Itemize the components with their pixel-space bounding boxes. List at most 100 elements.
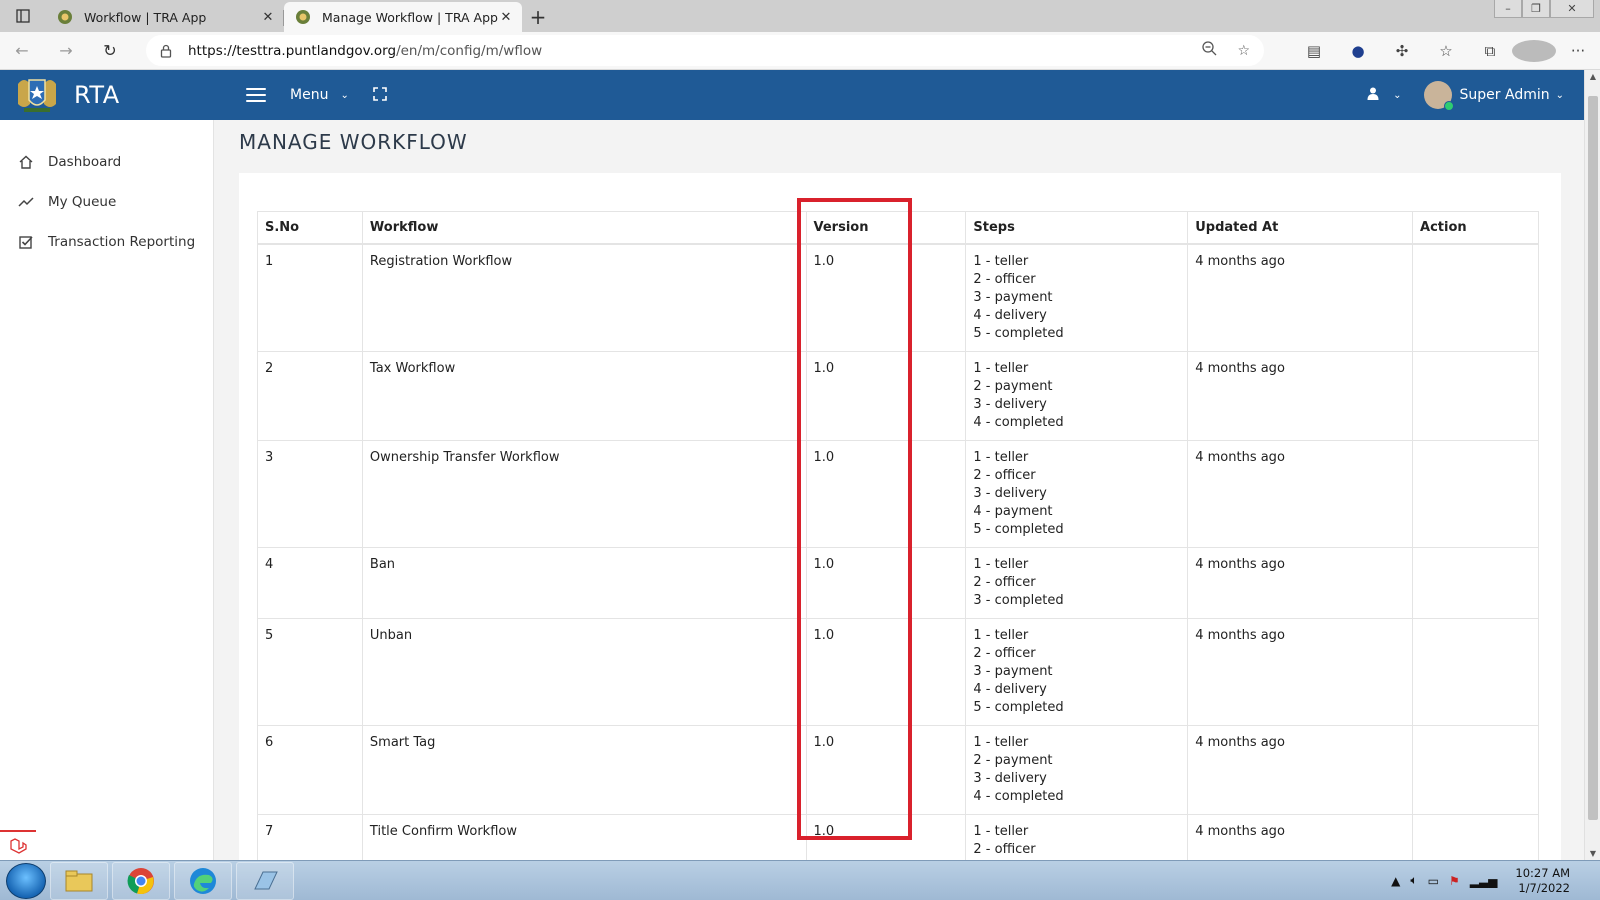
windows-start-icon[interactable] [6,862,46,899]
step-item: 2 - officer [973,841,1036,857]
cell-steps: 1 - teller 2 - officer 3 - delivery 4 - pay… [965,439,1189,548]
tab-close-icon[interactable]: ✕ [498,10,514,25]
zoom-out-icon[interactable] [1202,41,1217,60]
cell-sno: 4 [257,546,363,619]
sidebar-item-transaction-reporting[interactable]: Transaction Reporting [0,222,213,262]
profile-icon[interactable] [1512,40,1556,62]
cell-sno: 6 [257,724,363,815]
clock-date: 1/7/2022 [1518,880,1570,895]
column-header-version[interactable]: Version [805,211,967,245]
cell-sno: 5 [257,617,363,726]
sidebar-item-label: Dashboard [48,154,122,170]
step-item: 3 - payment [973,289,1053,305]
menu-label: Menu [290,87,329,103]
tab-title: Manage Workflow | TRA App [322,9,498,25]
sidebar-item-my-queue[interactable]: My Queue [0,182,213,222]
cell-sno: 2 [257,350,363,441]
page-scrollbar[interactable]: ▲ ▼ [1584,70,1600,860]
network-signal-icon[interactable]: ▂▃▅ [1470,874,1498,888]
column-header-action: Action [1412,211,1539,245]
column-header-updated-at[interactable]: Updated At [1187,211,1414,245]
column-header-sno[interactable]: S.No [257,211,363,245]
hamburger-menu-icon[interactable] [246,88,266,102]
address-bar[interactable]: https://testtra.puntlandgov.org/en/m/con… [146,35,1264,66]
step-item: 1 - teller [973,360,1029,376]
step-item: 2 - officer [973,467,1036,483]
file-explorer-icon[interactable] [50,861,108,900]
url-text: https://testtra.puntlandgov.org/en/m/con… [188,43,542,59]
step-item: 1 - teller [973,253,1029,269]
step-item: 2 - officer [973,574,1036,590]
minimize-icon[interactable]: – [1494,0,1522,18]
favorites-icon[interactable]: ☆ [1424,42,1468,60]
column-header-workflow[interactable]: Workflow [361,211,807,245]
cell-version: 1.0 [805,350,967,441]
back-arrow-icon[interactable]: ← [0,32,44,70]
action-center-icon[interactable]: ⚑ [1449,874,1460,888]
cell-version: 1.0 [805,546,967,619]
sidebar-item-label: My Queue [48,194,117,210]
browser-tab-manage-workflow[interactable]: Manage Workflow | TRA App ✕ [284,2,522,32]
cell-workflow: Unban [361,617,807,726]
cell-workflow: Ban [361,546,807,619]
brand[interactable]: RTA [0,70,214,120]
scrollbar-thumb[interactable] [1588,96,1598,820]
step-item: 1 - teller [973,556,1029,572]
more-options-icon[interactable]: ··· [1556,42,1600,60]
tab-close-icon[interactable]: ✕ [260,10,276,25]
user-menu-dropdown[interactable]: ⌄ [1367,87,1402,104]
scroll-up-arrow-icon[interactable]: ▲ [1585,72,1600,81]
clock-time: 10:27 AM [1515,865,1570,880]
password-key-icon[interactable]: ● [1336,42,1380,60]
taskbar-clock[interactable]: 10:27 AM 1/7/2022 [1515,866,1570,896]
cell-action [1412,724,1539,815]
cell-steps: 1 - teller 2 - payment 3 - delivery 4 - com… [965,724,1189,815]
laravel-debug-icon[interactable] [0,830,36,860]
tra-favicon-icon [294,8,312,26]
edge-browser-icon[interactable] [174,861,232,900]
new-tab-plus-icon[interactable]: + [522,2,554,32]
chevron-down-icon[interactable]: ⌄ [1556,90,1564,101]
cell-workflow: Ownership Transfer Workflow [361,439,807,548]
cell-steps: 1 - teller 2 - officer 3 - payment 4 - deli… [965,617,1189,726]
sidebar-item-dashboard[interactable]: Dashboard [0,142,213,182]
forward-arrow-icon[interactable]: → [44,32,88,70]
step-item: 2 - officer [973,645,1036,661]
step-item: 4 - completed [973,788,1064,804]
power-icon[interactable]: ▭ [1428,874,1439,888]
notepad-icon[interactable] [236,861,294,900]
step-item: 3 - delivery [973,396,1047,412]
table-row: 6 Smart Tag 1.0 1 - teller 2 - payment 3 - de… [257,724,1539,815]
tab-actions-icon[interactable] [0,0,46,32]
fullscreen-icon[interactable] [373,87,389,103]
step-item: 3 - completed [973,592,1064,608]
show-hidden-icons-icon[interactable]: ▲ [1391,874,1400,888]
step-item: 4 - delivery [973,307,1047,323]
add-favorite-star-icon[interactable]: ☆ [1237,43,1250,59]
column-header-steps[interactable]: Steps [965,211,1189,245]
header-right: ⌄ Super Admin ⌄ [1367,81,1584,111]
window-close-icon[interactable]: ✕ [1550,0,1594,18]
avatar[interactable] [1423,81,1454,111]
chrome-icon[interactable] [112,861,170,900]
step-item: 3 - delivery [973,770,1047,786]
cell-workflow: Registration Workflow [361,243,807,352]
table-row: 4 Ban 1.0 1 - teller 2 - officer 3 - complete… [257,546,1539,619]
reload-icon[interactable]: ↻ [88,32,132,70]
scroll-down-arrow-icon[interactable]: ▼ [1585,849,1600,858]
cell-action [1412,617,1539,726]
cell-steps: 1 - teller 2 - officer 3 - completed [965,546,1189,619]
tra-favicon-icon [56,8,74,26]
admin-name[interactable]: Super Admin [1460,87,1550,103]
browser-tab-workflow[interactable]: Workflow | TRA App ✕ [46,2,284,32]
collections-icon[interactable]: ⧉ [1468,42,1512,60]
cell-updated-at: 4 months ago [1187,546,1414,619]
extensions-puzzle-icon[interactable]: ✣ [1380,42,1424,60]
menu-dropdown[interactable]: Menu ⌄ [290,87,349,103]
step-item: 2 - payment [973,378,1053,394]
cell-updated-at: 4 months ago [1187,243,1414,352]
restore-icon[interactable]: ❐ [1522,0,1550,18]
reading-list-icon[interactable]: ▤ [1292,42,1336,60]
cell-updated-at: 4 months ago [1187,350,1414,441]
volume-icon[interactable]: 🔈︎ [1410,873,1417,888]
